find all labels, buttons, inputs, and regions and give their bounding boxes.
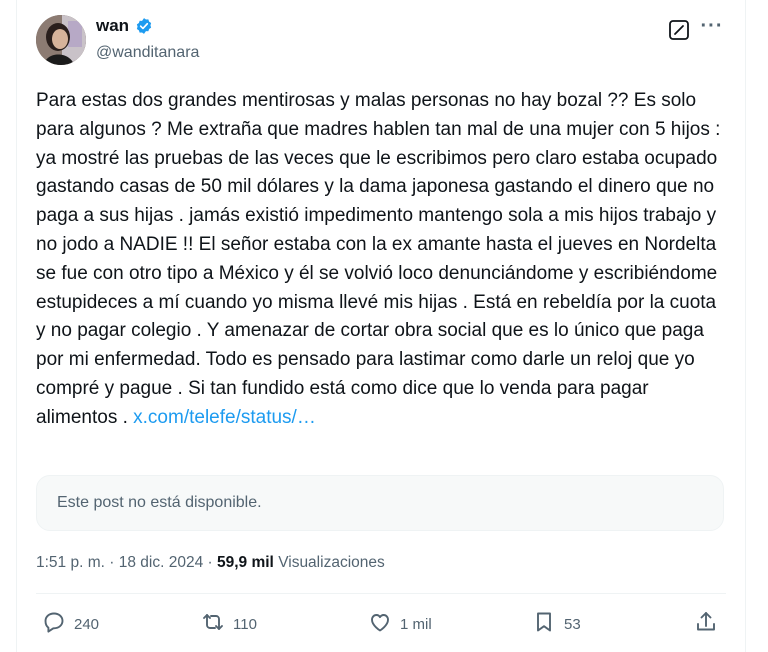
- quoted-post-unavailable: Este post no está disponible.: [36, 475, 724, 531]
- views-count: 59,9 mil: [217, 554, 274, 571]
- reply-button[interactable]: 240: [42, 608, 99, 640]
- author-name-row[interactable]: wan: [96, 16, 153, 36]
- verified-badge-icon: [135, 17, 153, 35]
- like-button[interactable]: 1 mil: [368, 608, 432, 640]
- meta-separator: ·: [109, 554, 115, 571]
- divider: [36, 593, 726, 594]
- like-count: 1 mil: [400, 615, 432, 633]
- post-link[interactable]: x.com/telefe/status/…: [133, 407, 316, 428]
- post-time[interactable]: 1:51 p. m.: [36, 554, 105, 571]
- post-meta: 1:51 p. m. · 18 dic. 2024 · 59,9 mil Vis…: [36, 554, 385, 572]
- repost-button[interactable]: 110: [201, 608, 257, 640]
- share-icon: [694, 610, 718, 638]
- author-name[interactable]: wan: [96, 16, 129, 36]
- post-body: Para estas dos grandes mentirosas y mala…: [36, 90, 721, 428]
- bookmark-button[interactable]: 53: [532, 608, 581, 640]
- heart-icon: [368, 610, 392, 638]
- more-icon[interactable]: ···: [700, 16, 724, 40]
- bookmark-count: 53: [564, 615, 581, 633]
- bookmark-icon: [532, 610, 556, 638]
- share-button[interactable]: [694, 608, 718, 640]
- meta-separator: ·: [207, 554, 213, 571]
- post-date[interactable]: 18 dic. 2024: [119, 554, 203, 571]
- action-bar: 240 110 1 mil 53: [36, 608, 726, 640]
- grok-icon[interactable]: [668, 19, 690, 41]
- author-handle[interactable]: @wanditanara: [96, 44, 199, 62]
- post-text: Para estas dos grandes mentirosas y mala…: [36, 87, 726, 433]
- reply-icon: [42, 610, 66, 638]
- views-label: Visualizaciones: [278, 554, 385, 571]
- repost-icon: [201, 610, 225, 638]
- reply-count: 240: [74, 615, 100, 633]
- avatar[interactable]: [36, 15, 86, 65]
- repost-count: 110: [233, 615, 257, 633]
- quote-unavailable-text: Este post no está disponible.: [57, 494, 262, 511]
